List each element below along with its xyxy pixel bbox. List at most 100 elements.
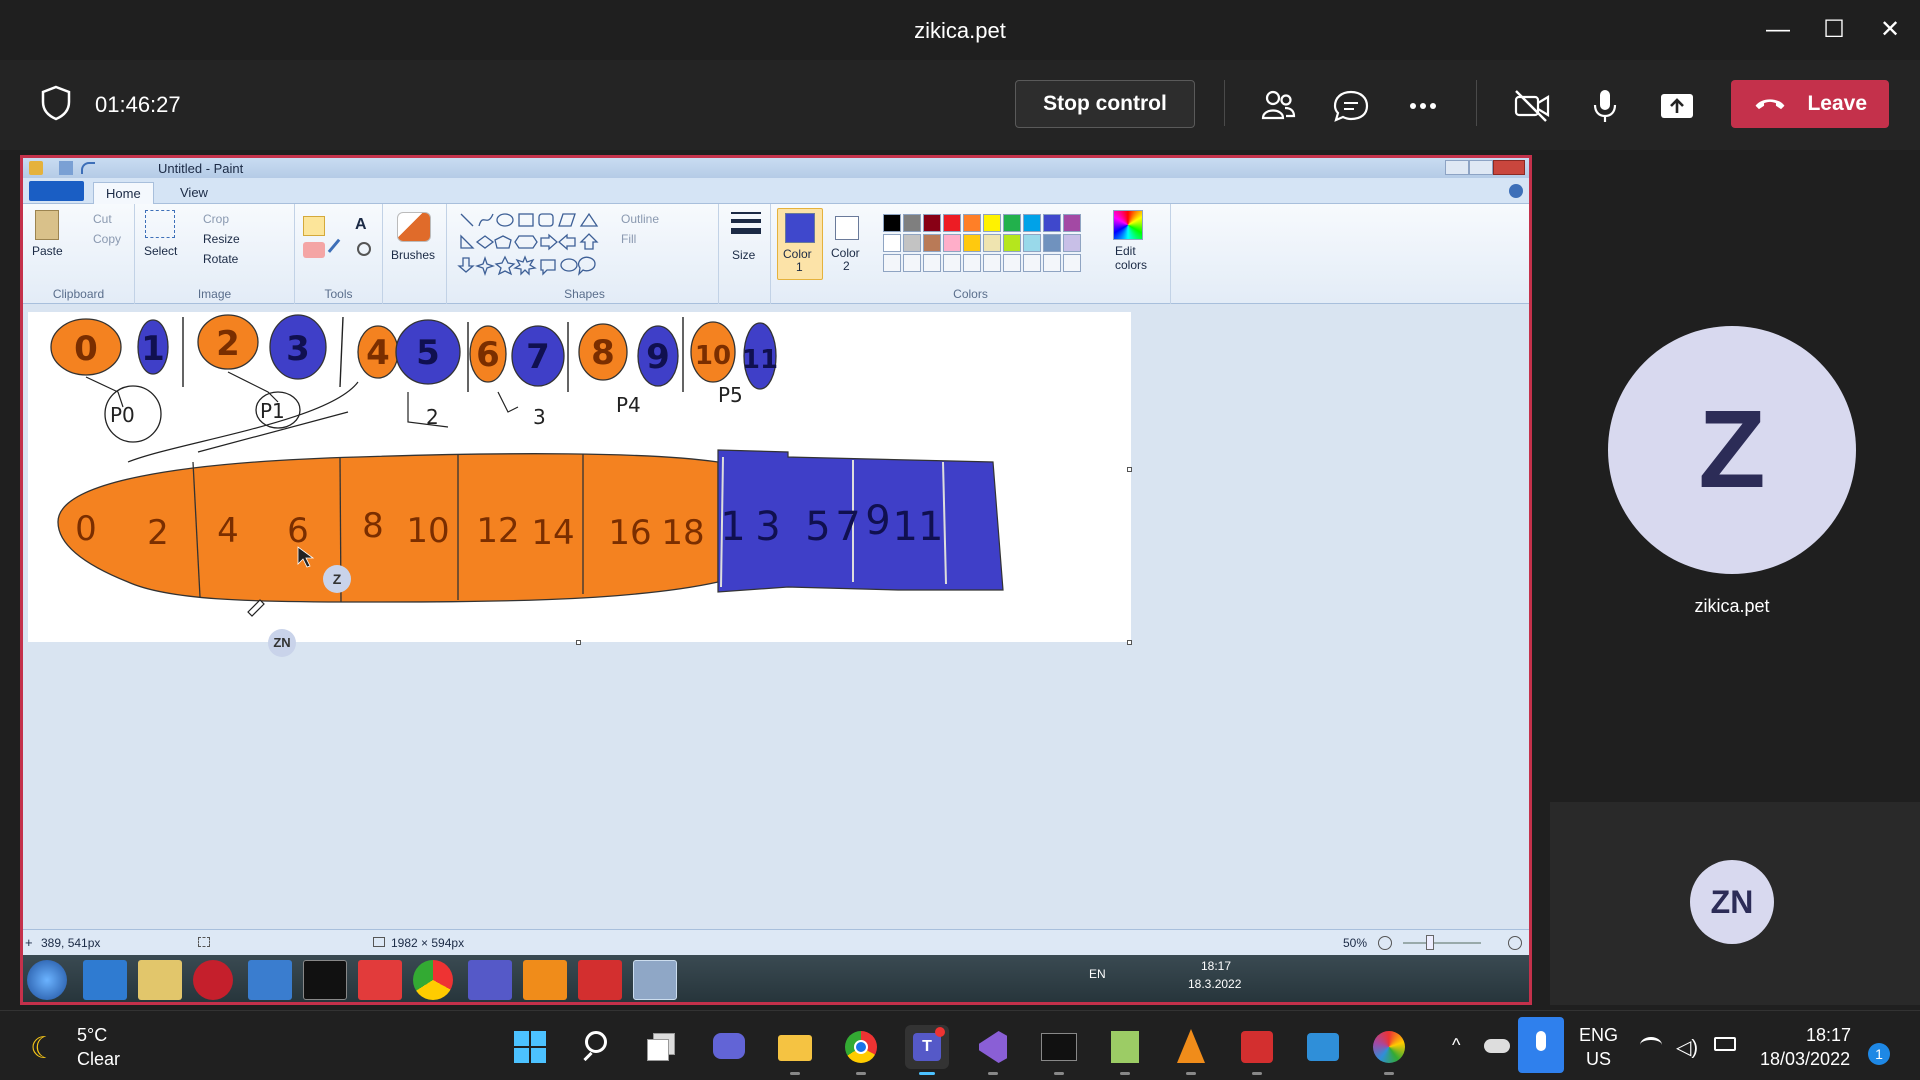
palette-swatch-empty[interactable] — [923, 254, 941, 272]
tab-home[interactable]: Home — [93, 182, 154, 204]
palette-swatch[interactable] — [1003, 234, 1021, 252]
camera-off-icon[interactable] — [1512, 86, 1552, 126]
rotate-button[interactable]: Rotate — [203, 252, 238, 266]
clock-time[interactable]: 18:17 — [1806, 1025, 1851, 1046]
microphone-icon[interactable] — [1585, 86, 1625, 126]
resize-handle-right[interactable] — [1127, 467, 1132, 472]
visual-studio-icon[interactable] — [971, 1025, 1015, 1075]
brushes-button[interactable]: Brushes — [391, 248, 435, 262]
palette-swatch-empty[interactable] — [903, 254, 921, 272]
paint-canvas[interactable]: 0 1 2 3 4 5 6 7 8 9 10 11 P0 P1 2 3 P4 P… — [28, 312, 1131, 657]
teams-icon[interactable] — [468, 960, 512, 1000]
internet-explorer-icon[interactable] — [83, 960, 127, 1000]
color1-button[interactable]: Color 1 — [777, 208, 823, 280]
palette-swatch[interactable] — [1023, 214, 1041, 232]
paste-button[interactable]: Paste — [32, 244, 63, 258]
palette-swatch[interactable] — [1043, 214, 1061, 232]
eraser-tool-icon[interactable] — [303, 242, 325, 258]
text-tool-icon[interactable]: A — [355, 216, 367, 234]
anydesk-icon[interactable] — [358, 960, 402, 1000]
palette-swatch[interactable] — [943, 214, 961, 232]
minimize-button[interactable]: — — [1758, 12, 1798, 48]
paint-taskbar-icon[interactable] — [633, 960, 677, 1000]
vlc-taskbar-icon[interactable] — [1169, 1025, 1213, 1075]
fill-tool-icon[interactable] — [329, 216, 351, 236]
acrobat-icon[interactable] — [578, 960, 622, 1000]
palette-swatch-empty[interactable] — [1043, 254, 1061, 272]
volume-icon[interactable]: ◁) — [1676, 1035, 1698, 1060]
zoom-slider[interactable] — [1403, 942, 1481, 944]
paint-menu-button[interactable] — [29, 181, 84, 201]
outline-button[interactable]: Outline — [621, 212, 659, 226]
explorer-icon[interactable] — [138, 960, 182, 1000]
palette-swatch[interactable] — [963, 214, 981, 232]
color-picker-icon[interactable] — [327, 238, 351, 262]
chat-icon[interactable] — [1331, 86, 1371, 126]
tab-view[interactable]: View — [168, 182, 220, 204]
palette-swatch[interactable] — [983, 234, 1001, 252]
zoom-slider-thumb[interactable] — [1426, 935, 1434, 950]
acrobat-taskbar-icon[interactable] — [1235, 1025, 1279, 1075]
shared-screen[interactable]: Untitled - Paint Home View Paste Cut Cop… — [20, 155, 1532, 1005]
clock-date[interactable]: 18/03/2022 — [1760, 1049, 1850, 1070]
mic-tray-icon[interactable] — [1518, 1017, 1564, 1073]
magnifier-icon[interactable] — [357, 242, 371, 256]
chrome-icon[interactable] — [413, 960, 453, 1000]
palette-swatch[interactable] — [883, 214, 901, 232]
teams-taskbar-icon[interactable]: T — [905, 1025, 949, 1075]
edit-colors-button[interactable]: Edit colors — [1115, 244, 1151, 272]
save-icon[interactable] — [59, 161, 73, 175]
weather-moon-icon[interactable]: ☾ — [30, 1031, 57, 1066]
palette-swatch[interactable] — [983, 214, 1001, 232]
stop-control-button[interactable]: Stop control — [1015, 80, 1195, 128]
people-icon[interactable] — [1258, 86, 1298, 126]
vlc-icon[interactable] — [523, 960, 567, 1000]
resize-handle-corner[interactable] — [1127, 640, 1132, 645]
select-button[interactable]: Select — [144, 244, 177, 258]
battery-icon[interactable] — [1714, 1037, 1736, 1051]
notepad-icon[interactable] — [1103, 1025, 1147, 1075]
maximize-button[interactable]: ☐ — [1814, 12, 1854, 48]
task-view-icon[interactable] — [641, 1025, 685, 1069]
cut-button[interactable]: Cut — [93, 212, 112, 226]
onedrive-icon[interactable] — [1484, 1039, 1510, 1053]
search-icon[interactable] — [575, 1025, 619, 1069]
palette-swatch[interactable] — [1063, 214, 1081, 232]
palette-swatch[interactable] — [943, 234, 961, 252]
size-button[interactable]: Size — [732, 248, 755, 262]
photos-icon[interactable] — [1301, 1025, 1345, 1069]
weather-temperature[interactable]: 5°C — [77, 1025, 107, 1046]
zoom-out-icon[interactable] — [1378, 936, 1392, 950]
paint-app-taskbar-icon[interactable] — [1367, 1025, 1411, 1075]
notification-badge[interactable]: 1 — [1868, 1043, 1890, 1065]
paint-close-button[interactable] — [1493, 160, 1525, 175]
palette-swatch-empty[interactable] — [1023, 254, 1041, 272]
teams-chat-icon[interactable] — [707, 1025, 751, 1069]
fill-button[interactable]: Fill — [621, 232, 636, 246]
paint-minimize-button[interactable] — [1445, 160, 1469, 175]
chrome-taskbar-icon[interactable] — [839, 1025, 883, 1075]
close-button[interactable]: ✕ — [1870, 12, 1910, 48]
resize-handle-bottom[interactable] — [576, 640, 581, 645]
help-icon[interactable] — [1509, 184, 1523, 198]
palette-swatch[interactable] — [923, 234, 941, 252]
paint-maximize-button[interactable] — [1469, 160, 1493, 175]
start-icon[interactable] — [508, 1025, 552, 1069]
crop-button[interactable]: Crop — [203, 212, 229, 226]
resize-button[interactable]: Resize — [203, 232, 240, 246]
language-region[interactable]: US — [1586, 1049, 1611, 1070]
shapes-gallery[interactable] — [457, 210, 617, 280]
palette-swatch-empty[interactable] — [1003, 254, 1021, 272]
palette-swatch-empty[interactable] — [943, 254, 961, 272]
palette-swatch-empty[interactable] — [963, 254, 981, 272]
palette-swatch[interactable] — [883, 234, 901, 252]
copy-button[interactable]: Copy — [93, 232, 121, 246]
participant-avatar[interactable]: Z — [1608, 326, 1856, 574]
palette-swatch[interactable] — [1003, 214, 1021, 232]
palette-swatch[interactable] — [903, 214, 921, 232]
palette-swatch[interactable] — [963, 234, 981, 252]
share-screen-icon[interactable] — [1657, 86, 1697, 126]
remote-start-icon[interactable] — [27, 960, 67, 1000]
file-explorer-icon[interactable] — [773, 1025, 817, 1075]
pencil-tool-icon[interactable] — [303, 216, 325, 236]
